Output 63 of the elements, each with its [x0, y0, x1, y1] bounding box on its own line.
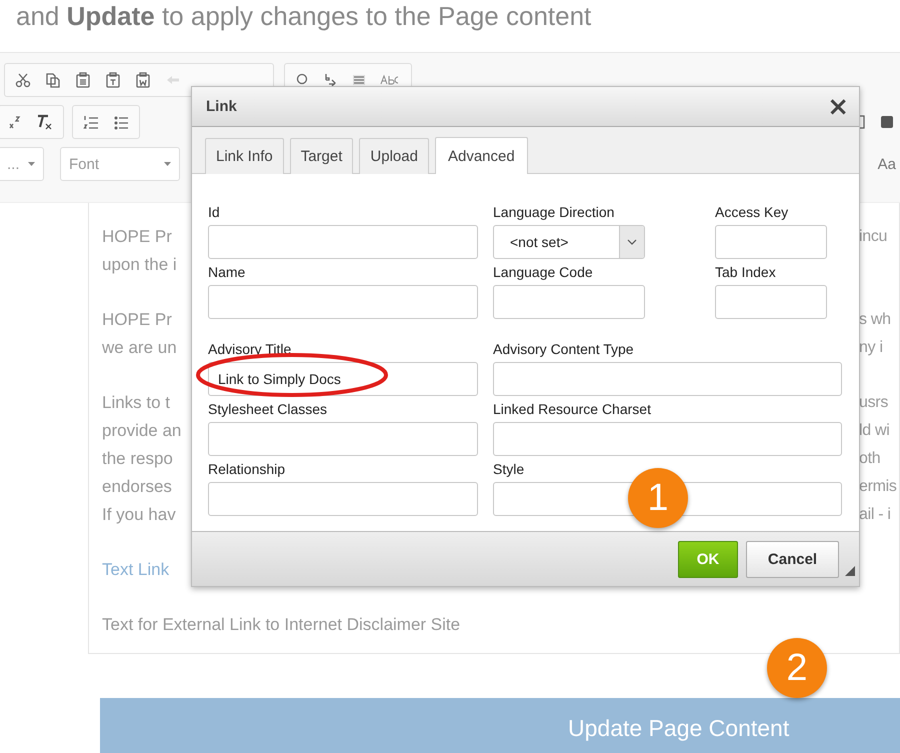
body-text: provide an	[102, 421, 182, 441]
body-text: oth	[859, 450, 882, 468]
field-label: Id	[208, 204, 220, 221]
font-size-button[interactable]: Aa	[878, 156, 896, 172]
input-field[interactable]	[493, 285, 645, 319]
remove-format-icon[interactable]	[35, 113, 53, 131]
dialog-tab[interactable]: Link Info	[205, 138, 284, 174]
input-field[interactable]	[715, 285, 827, 319]
paste-word-icon[interactable]	[135, 72, 151, 88]
dialog-tab[interactable]: Upload	[359, 138, 429, 174]
copy-icon[interactable]	[45, 72, 61, 88]
field-label: Linked Resource Charset	[493, 401, 651, 418]
body-text: ail - i	[859, 506, 892, 524]
field-label: Language Direction	[493, 204, 614, 221]
input-field[interactable]	[208, 482, 478, 516]
input-field[interactable]	[715, 225, 827, 259]
body-text: Links to t	[102, 393, 170, 413]
numbered-list-icon[interactable]	[83, 114, 99, 130]
close-button[interactable]: ×	[827, 94, 849, 120]
input-field[interactable]	[493, 422, 842, 456]
dialog-tab[interactable]: Advanced	[434, 137, 528, 174]
field-label: Relationship	[208, 461, 286, 478]
dialog-tab[interactable]: Target	[290, 138, 354, 174]
caret-icon	[28, 162, 35, 166]
paste-icon[interactable]	[75, 72, 91, 88]
field-label: Name	[208, 264, 246, 281]
field-label: Access Key	[715, 204, 788, 221]
body-text: ermis	[859, 478, 898, 496]
input-field[interactable]	[208, 285, 478, 319]
field-label: Advisory Content Type	[493, 341, 634, 358]
body-text: s wh	[859, 311, 892, 329]
caret-icon	[164, 162, 171, 166]
cut-icon[interactable]	[15, 72, 31, 88]
dialog-title: Link	[206, 98, 237, 115]
body-text: ny i	[859, 339, 884, 357]
input-field[interactable]	[208, 225, 478, 259]
body-text: we are un	[102, 338, 177, 358]
body-text: upon the i	[102, 255, 177, 275]
select-all-icon[interactable]	[351, 72, 367, 88]
field-label: Stylesheet Classes	[208, 401, 328, 418]
dropdown-field[interactable]: <not set>	[493, 225, 645, 259]
chevron-down-icon	[627, 239, 637, 245]
field-label: Style	[493, 461, 524, 478]
body-text: If you hav	[102, 505, 176, 525]
body-text: HOPE Pr	[102, 310, 172, 330]
body-text: usrs	[859, 394, 890, 412]
bullet-list-icon[interactable]	[113, 114, 129, 130]
input-field[interactable]: Link to Simply Docs	[208, 362, 478, 396]
body-text: the respo	[102, 449, 173, 469]
body-text: HOPE Pr	[102, 227, 172, 247]
body-text: Text for External Link to Internet Disclaimer Site	[102, 615, 460, 635]
body-text: ld wi	[859, 422, 891, 440]
step-marker: 2	[767, 638, 827, 698]
paste-text-icon[interactable]	[105, 72, 121, 88]
input-field[interactable]	[493, 362, 842, 396]
body-text: incu	[859, 228, 888, 246]
field-label: Language Code	[493, 264, 593, 281]
body-text: endorses	[102, 477, 172, 497]
cancel-button[interactable]: Cancel	[746, 540, 839, 578]
superscript-icon[interactable]	[9, 114, 21, 130]
input-field[interactable]	[208, 422, 478, 456]
resize-handle-icon[interactable]	[845, 566, 855, 576]
field-label: Tab Index	[715, 264, 776, 281]
